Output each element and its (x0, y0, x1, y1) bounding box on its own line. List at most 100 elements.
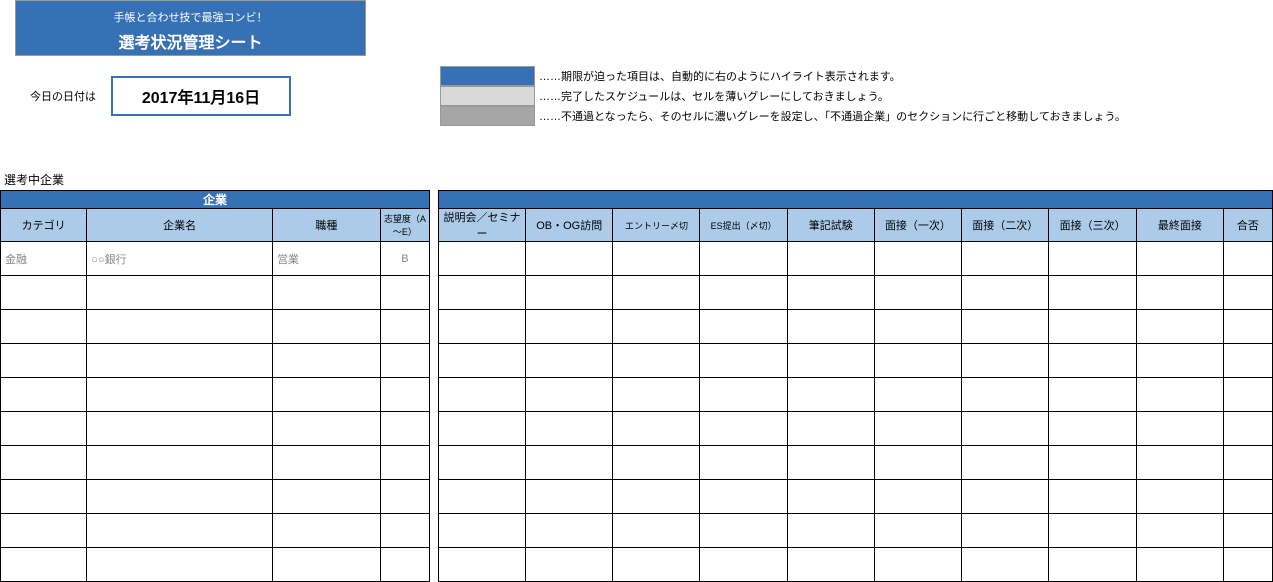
cell-interview2[interactable] (962, 548, 1049, 582)
cell-written[interactable] (787, 412, 874, 446)
cell-job-type[interactable] (273, 276, 381, 310)
cell-es[interactable] (700, 548, 787, 582)
cell-job-type[interactable] (273, 310, 381, 344)
cell-rank[interactable] (380, 480, 429, 514)
cell-seminar[interactable] (438, 480, 525, 514)
cell-entry[interactable] (613, 378, 700, 412)
cell-final[interactable] (1136, 378, 1223, 412)
cell-company-name[interactable] (87, 378, 273, 412)
cell-written[interactable] (787, 480, 874, 514)
cell-entry[interactable] (613, 480, 700, 514)
cell-es[interactable] (700, 480, 787, 514)
cell-entry[interactable] (613, 310, 700, 344)
cell-final[interactable] (1136, 548, 1223, 582)
cell-entry[interactable] (613, 242, 700, 276)
cell-interview1[interactable] (874, 446, 961, 480)
cell-category[interactable] (1, 310, 87, 344)
cell-entry[interactable] (613, 412, 700, 446)
cell-company-name[interactable]: ○○銀行 (87, 242, 273, 276)
cell-rank[interactable] (380, 344, 429, 378)
cell-seminar[interactable] (438, 514, 525, 548)
cell-seminar[interactable] (438, 310, 525, 344)
cell-result[interactable] (1223, 446, 1272, 480)
table-row[interactable] (1, 446, 1273, 480)
cell-job-type[interactable] (273, 514, 381, 548)
cell-obog[interactable] (526, 480, 613, 514)
cell-result[interactable] (1223, 514, 1272, 548)
cell-written[interactable] (787, 548, 874, 582)
cell-seminar[interactable] (438, 344, 525, 378)
cell-seminar[interactable] (438, 548, 525, 582)
cell-interview2[interactable] (962, 242, 1049, 276)
cell-rank[interactable] (380, 446, 429, 480)
cell-company-name[interactable] (87, 446, 273, 480)
cell-interview2[interactable] (962, 446, 1049, 480)
cell-final[interactable] (1136, 344, 1223, 378)
cell-written[interactable] (787, 514, 874, 548)
cell-es[interactable] (700, 310, 787, 344)
cell-interview1[interactable] (874, 276, 961, 310)
cell-rank[interactable] (380, 514, 429, 548)
cell-interview3[interactable] (1049, 412, 1136, 446)
cell-final[interactable] (1136, 412, 1223, 446)
cell-category[interactable] (1, 412, 87, 446)
cell-result[interactable] (1223, 412, 1272, 446)
cell-interview2[interactable] (962, 276, 1049, 310)
cell-final[interactable] (1136, 242, 1223, 276)
cell-interview2[interactable] (962, 480, 1049, 514)
cell-obog[interactable] (526, 310, 613, 344)
cell-job-type[interactable] (273, 378, 381, 412)
cell-entry[interactable] (613, 548, 700, 582)
cell-rank[interactable] (380, 548, 429, 582)
cell-written[interactable] (787, 446, 874, 480)
table-row[interactable] (1, 310, 1273, 344)
cell-category[interactable] (1, 548, 87, 582)
cell-entry[interactable] (613, 514, 700, 548)
cell-interview1[interactable] (874, 378, 961, 412)
cell-obog[interactable] (526, 344, 613, 378)
table-row[interactable] (1, 412, 1273, 446)
table-row[interactable] (1, 378, 1273, 412)
cell-result[interactable] (1223, 378, 1272, 412)
cell-interview3[interactable] (1049, 378, 1136, 412)
table-row[interactable] (1, 344, 1273, 378)
cell-interview1[interactable] (874, 548, 961, 582)
cell-es[interactable] (700, 446, 787, 480)
cell-result[interactable] (1223, 276, 1272, 310)
cell-written[interactable] (787, 276, 874, 310)
cell-final[interactable] (1136, 276, 1223, 310)
cell-obog[interactable] (526, 446, 613, 480)
cell-obog[interactable] (526, 514, 613, 548)
cell-category[interactable]: 金融 (1, 242, 87, 276)
cell-interview3[interactable] (1049, 276, 1136, 310)
cell-seminar[interactable] (438, 276, 525, 310)
cell-category[interactable] (1, 514, 87, 548)
cell-category[interactable] (1, 344, 87, 378)
cell-job-type[interactable] (273, 446, 381, 480)
cell-result[interactable] (1223, 242, 1272, 276)
cell-interview1[interactable] (874, 480, 961, 514)
cell-interview3[interactable] (1049, 446, 1136, 480)
cell-job-type[interactable] (273, 548, 381, 582)
cell-interview2[interactable] (962, 514, 1049, 548)
cell-company-name[interactable] (87, 276, 273, 310)
table-row[interactable] (1, 276, 1273, 310)
cell-entry[interactable] (613, 446, 700, 480)
cell-interview1[interactable] (874, 412, 961, 446)
cell-result[interactable] (1223, 344, 1272, 378)
cell-written[interactable] (787, 242, 874, 276)
cell-interview3[interactable] (1049, 344, 1136, 378)
cell-written[interactable] (787, 344, 874, 378)
table-row[interactable] (1, 548, 1273, 582)
table-row[interactable] (1, 480, 1273, 514)
cell-result[interactable] (1223, 480, 1272, 514)
cell-company-name[interactable] (87, 548, 273, 582)
cell-interview1[interactable] (874, 310, 961, 344)
cell-written[interactable] (787, 310, 874, 344)
cell-interview3[interactable] (1049, 548, 1136, 582)
cell-interview1[interactable] (874, 344, 961, 378)
cell-job-type[interactable] (273, 480, 381, 514)
cell-company-name[interactable] (87, 480, 273, 514)
cell-seminar[interactable] (438, 242, 525, 276)
cell-es[interactable] (700, 276, 787, 310)
